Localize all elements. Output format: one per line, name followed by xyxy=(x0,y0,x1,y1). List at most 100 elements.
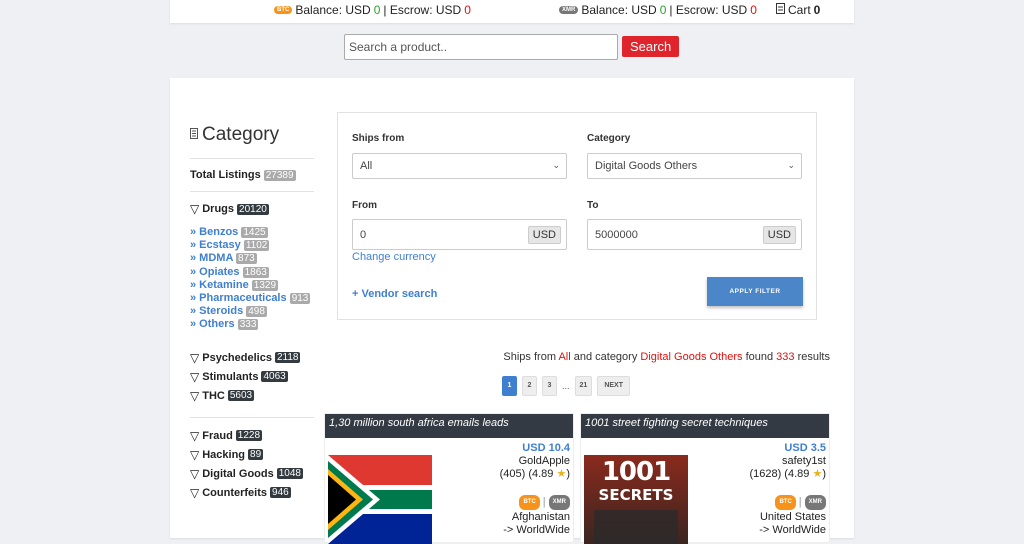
sidebar-item-label: Counterfeits xyxy=(202,486,268,499)
subcategory-link[interactable]: » Steroids 498 xyxy=(190,305,314,318)
sidebar-item-fraud[interactable]: ▽ Fraud 1228 xyxy=(190,429,314,443)
cart-link[interactable]: Cart 0 xyxy=(776,3,820,17)
subcategory-count: 1863 xyxy=(242,266,269,278)
payment-badges: BTC | XMR xyxy=(500,495,570,510)
sidebar-item-count: 1048 xyxy=(276,468,303,480)
listing-vendor[interactable]: GoldApple xyxy=(500,455,570,468)
listing-image-south-africa-flag[interactable] xyxy=(328,455,432,544)
ships-from-select[interactable]: All ⌄ xyxy=(352,153,567,179)
listing-rating: (1628) (4.89 ★) xyxy=(749,468,826,481)
price-to-input[interactable]: 5000000 USD xyxy=(587,219,802,250)
sidebar-item-label: Fraud xyxy=(202,429,233,442)
triangle-down-icon: ▽ xyxy=(190,388,200,403)
page-button-last[interactable]: 21 xyxy=(574,376,593,396)
listing-title[interactable]: 1,30 million south africa emails leads xyxy=(325,414,573,438)
ships-from-value: All xyxy=(360,160,373,172)
btc-badge: BTC xyxy=(775,495,796,510)
xmr-escrow-value: 0 xyxy=(750,3,757,17)
cover-title: SECRETS xyxy=(598,486,674,504)
total-listings-label: Total Listings xyxy=(190,169,261,181)
btc-badge: BTC xyxy=(519,495,540,510)
btc-balance-value: 0 xyxy=(373,3,381,17)
change-currency-link[interactable]: Change currency xyxy=(352,251,436,263)
listing-card[interactable]: 1001 street fighting secret techniques 1… xyxy=(580,413,830,544)
page-button-3[interactable]: 3 xyxy=(542,376,557,396)
rating-text: (1628) (4.89 xyxy=(749,468,810,480)
results-text: found xyxy=(745,351,774,363)
sidebar-item-hacking[interactable]: ▽ Hacking 89 xyxy=(190,448,314,462)
vendor-search-link[interactable]: + Vendor search xyxy=(352,288,437,300)
listing-card[interactable]: 1,30 million south africa emails leads U… xyxy=(324,413,574,544)
sidebar-item-stimulants[interactable]: ▽ Stimulants 4063 xyxy=(190,370,314,384)
sidebar-item-label: THC xyxy=(202,389,225,402)
subcategory-count: 333 xyxy=(237,319,259,331)
sidebar-item-count: 5603 xyxy=(227,390,255,402)
results-category: Digital Goods Others xyxy=(640,351,743,363)
star-icon: ★ xyxy=(556,468,567,480)
next-page-button[interactable]: NEXT xyxy=(597,376,630,396)
sidebar-item-digital-goods[interactable]: ▽ Digital Goods 1048 xyxy=(190,467,314,481)
category-select[interactable]: Digital Goods Others ⌄ xyxy=(587,153,802,179)
sidebar-item-label: Psychedelics xyxy=(202,351,272,364)
subcategory-link[interactable]: » MDMA 873 xyxy=(190,252,314,265)
search-input[interactable] xyxy=(344,34,618,60)
list-icon xyxy=(190,128,198,142)
sidebar-item-label: Drugs xyxy=(202,203,235,215)
subcategory-count: 1329 xyxy=(251,279,279,291)
triangle-down-icon: ▽ xyxy=(190,202,200,216)
results-summary: Ships from All and category Digital Good… xyxy=(503,351,830,363)
subcategory-label: » Opiates xyxy=(190,265,240,278)
btc-escrow-value: 0 xyxy=(464,3,471,17)
triangle-down-icon: ▽ xyxy=(190,369,200,384)
price-from-input[interactable]: 0 USD xyxy=(352,219,567,250)
ships-to: -> WorldWide xyxy=(503,524,570,536)
apply-filter-button[interactable]: APPLY FILTER xyxy=(707,277,803,306)
pagination: 1 2 3 ... 21 NEXT xyxy=(502,376,630,396)
subcategory-count: 913 xyxy=(289,293,311,305)
listing-image-book-cover[interactable]: 1001 SECRETS xyxy=(584,455,688,544)
btc-badge: BTC xyxy=(274,6,293,14)
total-listings[interactable]: Total Listings 27389 xyxy=(190,169,314,192)
page-button-2[interactable]: 2 xyxy=(522,376,537,396)
subcategory-link[interactable]: » Others 333 xyxy=(190,318,314,331)
xmr-badge: XMR xyxy=(548,495,570,510)
category-value: Digital Goods Others xyxy=(595,160,698,172)
subcategory-count: 873 xyxy=(236,253,257,265)
sidebar-item-count: 89 xyxy=(248,449,264,461)
results-text: Ships from xyxy=(503,351,556,363)
listing-info: USD 3.5 safety1st (1628) (4.89 ★) BTC | … xyxy=(749,442,826,537)
page-button-1[interactable]: 1 xyxy=(502,376,517,396)
subcategory-link[interactable]: » Ketamine 1329 xyxy=(190,279,314,292)
subcategory-count: 498 xyxy=(246,306,267,318)
listing-title[interactable]: 1001 street fighting secret techniques xyxy=(581,414,829,438)
subcategory-link[interactable]: » Benzos 1425 xyxy=(190,226,314,239)
subcategory-label: » Benzos xyxy=(190,226,239,238)
chevron-down-icon: ⌄ xyxy=(787,160,795,170)
sidebar-item-thc[interactable]: ▽ THC 5603 xyxy=(190,389,314,417)
sidebar-item-count: 4063 xyxy=(261,371,288,383)
xmr-balance-label: Balance: USD xyxy=(581,3,657,17)
rating-text: ) xyxy=(822,468,826,480)
category-title: Category xyxy=(202,124,280,145)
star-icon: ★ xyxy=(812,468,823,480)
subcategory-link[interactable]: » Ecstasy 1102 xyxy=(190,239,314,252)
subcategory-count: 1102 xyxy=(243,240,270,252)
currency-tag: USD xyxy=(527,226,561,244)
category-heading: Category xyxy=(190,124,314,159)
pagination-ellipsis: ... xyxy=(562,381,570,391)
xmr-balance-value: 0 xyxy=(659,3,667,17)
listing-vendor[interactable]: safety1st xyxy=(749,455,826,468)
subcategory-link[interactable]: » Pharmaceuticals 913 xyxy=(190,292,314,305)
search-button[interactable]: Search xyxy=(622,36,680,57)
ships-to: -> WorldWide xyxy=(759,524,826,536)
cover-photo xyxy=(594,510,678,544)
account-bar: BTC Balance: USD 0 | Escrow: USD 0 XMR B… xyxy=(170,0,854,23)
sidebar-item-label: Hacking xyxy=(202,448,246,461)
main-panel: Category Total Listings 27389 ▽ Drugs 20… xyxy=(170,78,854,544)
subcategory-link[interactable]: » Opiates 1863 xyxy=(190,266,314,279)
sidebar-item-psychedelics[interactable]: ▽ Psychedelics 2118 xyxy=(190,351,314,365)
results-text: and category xyxy=(573,351,638,363)
sidebar-item-counterfeits[interactable]: ▽ Counterfeits 946 xyxy=(190,486,314,500)
subcategory-count: 1425 xyxy=(241,227,268,238)
sidebar-item-drugs[interactable]: ▽ Drugs 20120 xyxy=(190,202,314,216)
